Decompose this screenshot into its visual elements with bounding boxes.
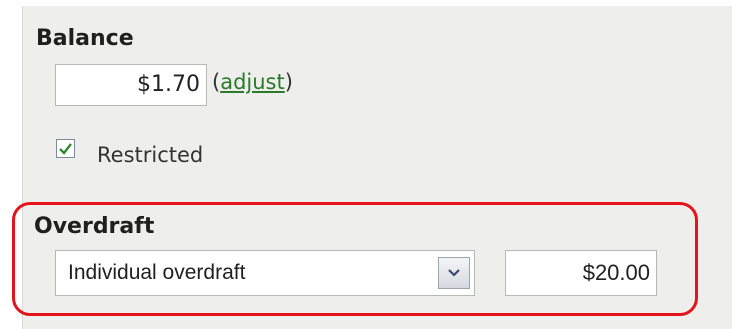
overdraft-type-value: Individual overdraft bbox=[68, 261, 246, 284]
overdraft-heading: Overdraft bbox=[34, 214, 155, 239]
adjust-link[interactable]: adjust bbox=[220, 70, 285, 94]
adjust-close-paren: ) bbox=[284, 70, 293, 94]
overdraft-amount-field[interactable]: $20.00 bbox=[505, 250, 657, 296]
balance-field[interactable]: $1.70 bbox=[55, 64, 207, 106]
dropdown-button[interactable] bbox=[438, 257, 470, 289]
chevron-down-icon bbox=[448, 269, 460, 277]
balance-heading: Balance bbox=[36, 26, 134, 51]
adjust-link-group: (adjust) bbox=[212, 70, 293, 94]
checkmark-icon bbox=[59, 143, 72, 155]
restricted-label: Restricted bbox=[97, 143, 204, 167]
adjust-open-paren: ( bbox=[212, 70, 221, 94]
overdraft-type-select[interactable]: Individual overdraft bbox=[55, 250, 475, 296]
restricted-checkbox[interactable] bbox=[56, 139, 75, 158]
